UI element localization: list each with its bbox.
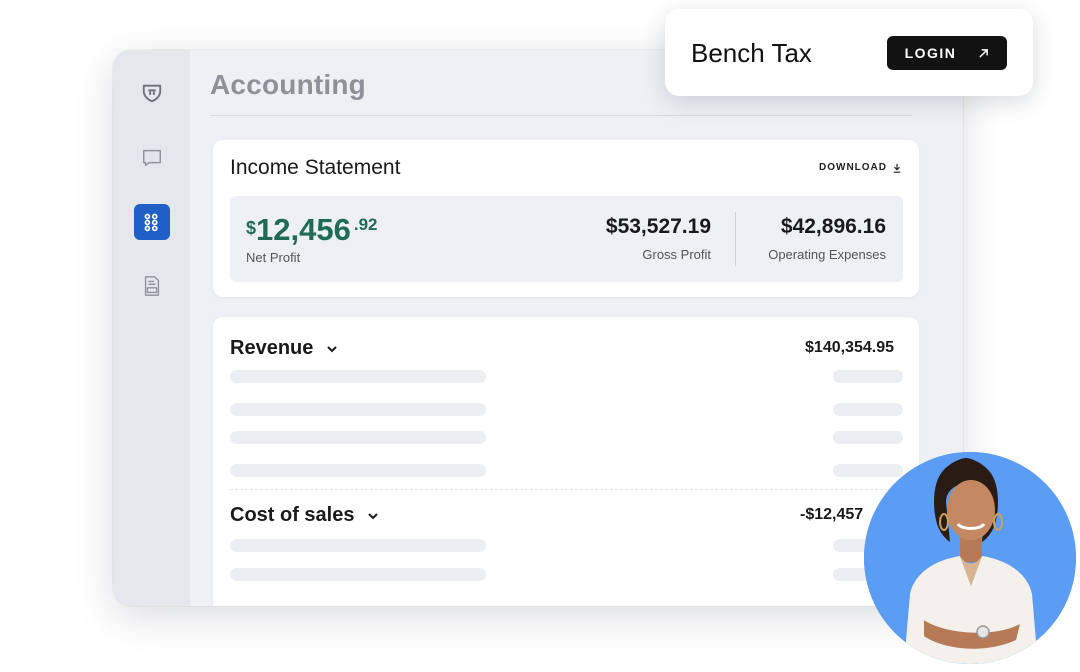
income-statement-title: Income Statement (230, 156, 401, 179)
net-profit-cents: .92 (353, 215, 378, 234)
skeleton-line (230, 464, 486, 477)
page-title: Accounting (210, 69, 366, 100)
gross-profit-label: Gross Profit (642, 247, 711, 262)
bench-tax-popup: Bench Tax LOGIN (665, 9, 1033, 96)
sidebar (113, 50, 190, 606)
popup-title: Bench Tax (691, 38, 812, 68)
cost-of-sales-title: Cost of sales (230, 504, 355, 526)
title-divider (210, 115, 912, 116)
skeleton-line (230, 370, 486, 383)
operating-expenses-value: $42,896.16 (780, 215, 886, 238)
download-label: DOWNLOAD (819, 162, 887, 173)
skeleton-line (833, 431, 903, 444)
skeleton-line (230, 539, 486, 552)
income-statement-card: Income Statement DOWNLOAD $ 12,456 .92 N… (213, 140, 919, 297)
download-icon (893, 163, 901, 173)
app-window: Accounting Income Statement DOWNLOAD $ 1… (113, 50, 963, 606)
revenue-toggle[interactable]: Revenue (230, 337, 339, 360)
skeleton-line (833, 403, 903, 416)
section-divider (230, 489, 903, 490)
login-button[interactable]: LOGIN (887, 36, 1007, 70)
net-profit-label: Net Profit (246, 250, 301, 265)
summary-box: $ 12,456 .92 Net Profit $53,527.19 Gross… (230, 196, 903, 282)
skeleton-line (833, 370, 903, 383)
statement-details-card: Revenue $140,354.95 Cost of sales -$12,4… (213, 317, 919, 606)
skeleton-line (833, 464, 903, 477)
login-label: LOGIN (904, 45, 957, 61)
net-profit-currency: $ (246, 218, 257, 238)
operating-expenses-metric: $42,896.16 Operating Expenses (768, 215, 886, 262)
chevron-down-icon (368, 512, 379, 519)
chat-icon[interactable] (135, 141, 169, 175)
tax-document-icon[interactable] (135, 269, 169, 303)
gross-profit-value: $53,527.19 (605, 215, 711, 238)
arrow-up-right-icon (979, 48, 989, 58)
skeleton-line (230, 431, 486, 444)
shield-logo-icon[interactable] (135, 76, 169, 110)
skeleton-line (230, 403, 486, 416)
gross-profit-metric: $53,527.19 Gross Profit (606, 215, 711, 262)
net-profit-value: $ 12,456 .92 (246, 212, 377, 248)
cost-of-sales-toggle[interactable]: Cost of sales (230, 504, 380, 527)
metric-divider (735, 212, 736, 266)
grid-apps-icon[interactable] (134, 204, 170, 240)
person-photo-icon (864, 452, 1076, 664)
cost-of-sales-amount: -$12,457 (800, 506, 864, 523)
skeleton-line (230, 568, 486, 581)
revenue-title: Revenue (230, 337, 314, 359)
avatar (864, 452, 1076, 664)
revenue-amount: $140,354.95 (805, 339, 894, 356)
operating-expenses-label: Operating Expenses (768, 247, 886, 262)
chevron-down-icon (327, 345, 338, 352)
download-button[interactable]: DOWNLOAD (819, 162, 902, 173)
net-profit-whole: 12,456 (256, 212, 351, 247)
